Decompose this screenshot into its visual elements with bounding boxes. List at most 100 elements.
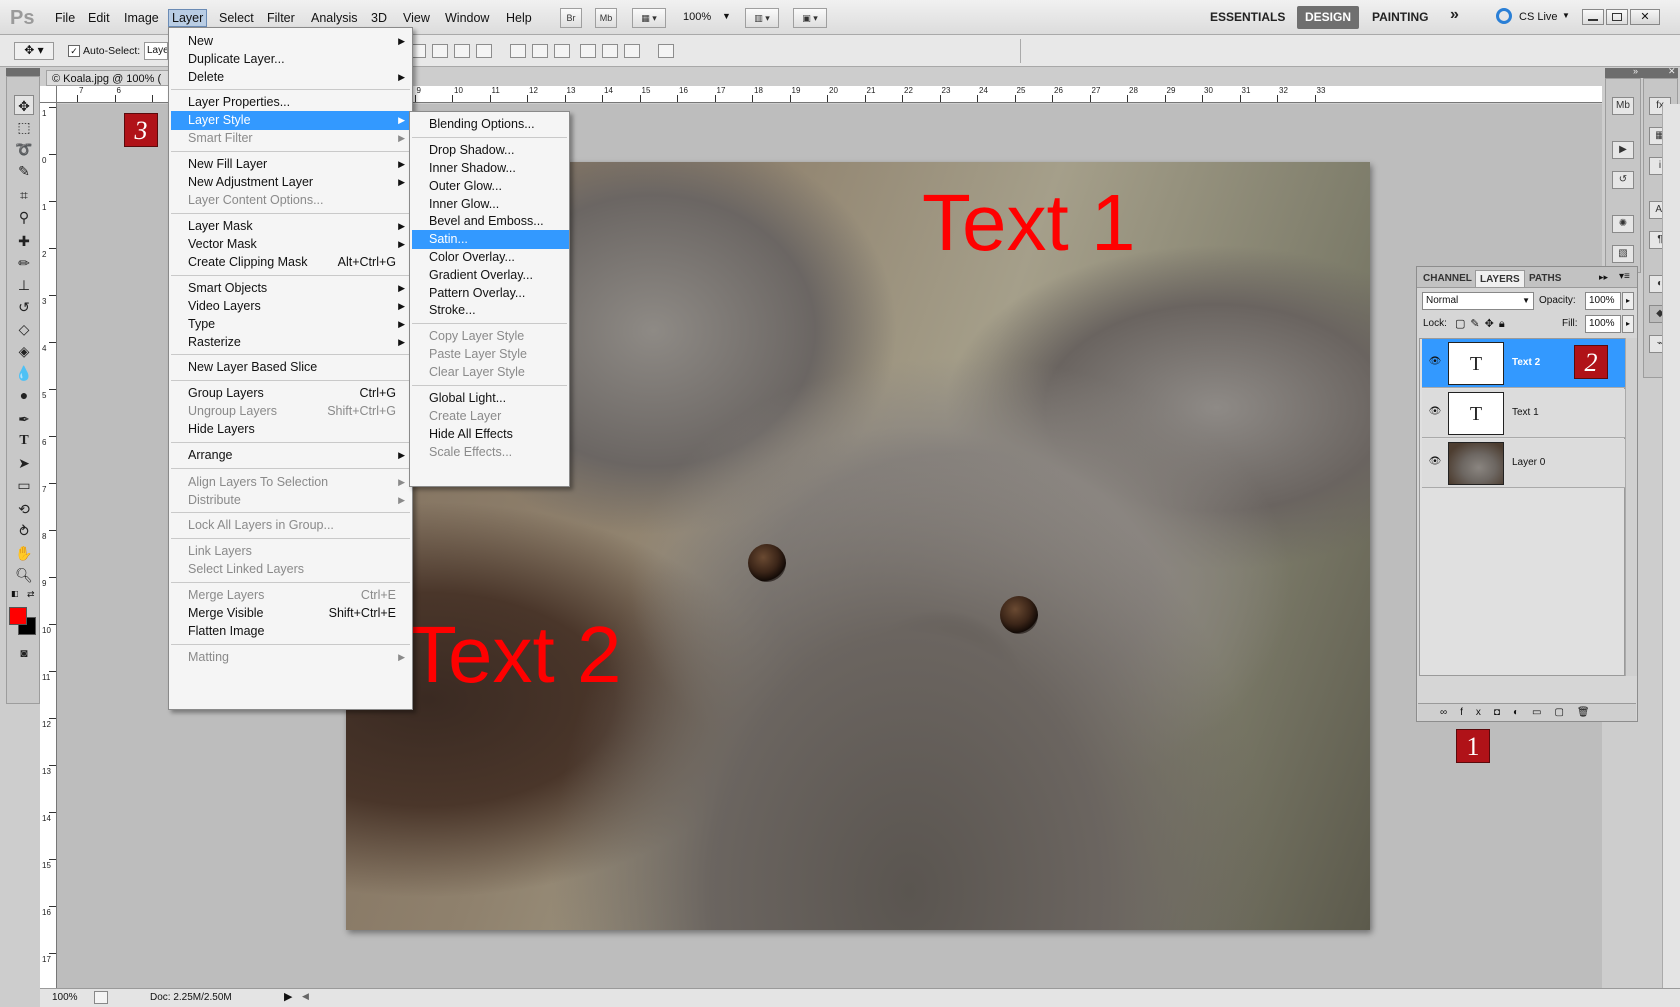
workspace-design[interactable]: DESIGN: [1297, 6, 1359, 29]
tab-channels[interactable]: CHANNEL: [1419, 270, 1476, 287]
distribute-top-icon[interactable]: [510, 44, 526, 58]
fill-slider-button[interactable]: ▸: [1622, 315, 1634, 333]
arrange-documents-button[interactable]: ▥ ▾: [745, 8, 779, 28]
brush-tool-icon[interactable]: ✏: [14, 253, 34, 273]
menu-item-create-clipping-mask[interactable]: Create Clipping Mask Alt+Ctrl+G: [171, 253, 412, 272]
quick-mask-icon[interactable]: ◙: [14, 643, 34, 663]
distribute-hcenter-icon[interactable]: [602, 44, 618, 58]
zoom-dropdown-icon[interactable]: ▼: [722, 11, 731, 21]
layer-name[interactable]: Text 1: [1512, 407, 1539, 418]
ruler-origin[interactable]: [40, 86, 57, 103]
document-tab[interactable]: © Koala.jpg @ 100% (: [46, 70, 170, 86]
menu-analysis[interactable]: Analysis: [308, 10, 361, 26]
menu-select[interactable]: Select: [216, 10, 257, 26]
mini-bridge-panel-icon[interactable]: Mb: [1612, 97, 1634, 115]
distribute-center-icon[interactable]: [532, 44, 548, 58]
bridge-button[interactable]: Br: [560, 8, 582, 28]
menu-item-new-adjustment-layer[interactable]: New Adjustment Layer ▶: [171, 173, 412, 192]
auto-select-checkbox[interactable]: ✓: [68, 45, 80, 57]
3d-rotate-tool-icon[interactable]: ⟲: [14, 499, 34, 519]
eyedropper-tool-icon[interactable]: ⚲: [14, 207, 34, 227]
blur-tool-icon[interactable]: 💧: [14, 363, 34, 383]
menu-item-stroke[interactable]: Stroke...: [412, 301, 569, 320]
status-options-icon[interactable]: [94, 991, 108, 1004]
default-colors-icon[interactable]: ◧: [11, 589, 19, 598]
visibility-eye-icon[interactable]: 👁︎: [1428, 355, 1442, 369]
menu-item-video-layers[interactable]: Video Layers ▶: [171, 297, 412, 316]
workspace-essentials[interactable]: ESSENTIALS: [1210, 10, 1285, 24]
auto-align-layers-icon[interactable]: [658, 44, 674, 58]
zoom-level[interactable]: 100%: [680, 10, 714, 24]
clone-stamp-tool-icon[interactable]: ⊥: [14, 275, 34, 295]
canvas-text-1[interactable]: Text 1: [922, 177, 1135, 269]
eraser-tool-icon[interactable]: ◇: [14, 319, 34, 339]
align-bottom-icon[interactable]: [454, 44, 470, 58]
paint-bucket-tool-icon[interactable]: ◈: [14, 341, 34, 361]
adjustment-layer-icon[interactable]: ◐: [1513, 707, 1532, 718]
menu-item-new-layer-based-slice[interactable]: New Layer Based Slice: [171, 358, 412, 377]
align-vertical-center-icon[interactable]: [432, 44, 448, 58]
clone-source-panel-icon[interactable]: ▧: [1612, 245, 1634, 263]
healing-brush-tool-icon[interactable]: ✚: [14, 231, 34, 251]
canvas-text-2[interactable]: Text 2: [408, 609, 621, 701]
align-left-icon[interactable]: [476, 44, 492, 58]
more-workspaces-icon[interactable]: »: [1450, 6, 1459, 24]
marquee-tool-icon[interactable]: ⬚: [14, 117, 34, 137]
zoom-tool-icon[interactable]: 🔍︎: [14, 565, 34, 585]
menu-item-smart-objects[interactable]: Smart Objects ▶: [171, 279, 412, 298]
link-layers-icon[interactable]: ∞: [1440, 707, 1460, 718]
fill-input[interactable]: 100%: [1585, 315, 1621, 333]
mini-bridge-button[interactable]: Mb: [595, 8, 617, 28]
menu-item-layer-style[interactable]: Layer Style ▶: [171, 111, 412, 130]
menu-item-delete[interactable]: Delete ▶: [171, 68, 412, 87]
screen-mode-button[interactable]: ▣ ▾: [793, 8, 827, 28]
menu-layer[interactable]: Layer: [168, 9, 208, 27]
auto-select-target-dropdown[interactable]: Laye: [144, 42, 168, 60]
move-tool-preset-picker[interactable]: ✥ ▾: [14, 42, 54, 60]
menu-item-global-light[interactable]: Global Light...: [412, 389, 569, 408]
animation-panel-icon[interactable]: ▶: [1612, 141, 1634, 159]
new-layer-icon[interactable]: ▢: [1554, 707, 1576, 718]
distribute-bottom-icon[interactable]: [554, 44, 570, 58]
menu-3d[interactable]: 3D: [368, 10, 390, 26]
distribute-right-icon[interactable]: [624, 44, 640, 58]
menu-item-arrange[interactable]: Arrange ▶: [171, 446, 412, 465]
menu-item-color-overlay[interactable]: Color Overlay...: [412, 248, 569, 267]
layer-style-fx-icon[interactable]: fx: [1460, 707, 1494, 718]
lock-options-icons[interactable]: ▢✎✥🔒︎: [1455, 317, 1510, 331]
menu-item-layer-properties[interactable]: Layer Properties...: [171, 93, 412, 112]
status-menu-arrow-icon[interactable]: ▶: [284, 990, 292, 1003]
delete-layer-icon[interactable]: 🗑︎: [1577, 707, 1603, 718]
menu-item-duplicate-layer[interactable]: Duplicate Layer...: [171, 50, 412, 69]
menu-item-merge-visible[interactable]: Merge Visible Shift+Ctrl+E: [171, 604, 412, 623]
layer-name[interactable]: Text 2: [1512, 357, 1540, 368]
panel-menu-icon[interactable]: ▾≡: [1619, 271, 1630, 282]
type-tool-icon[interactable]: T: [14, 431, 34, 451]
tab-paths[interactable]: PATHS: [1525, 270, 1565, 287]
menu-filter[interactable]: Filter: [264, 10, 298, 26]
menu-item-layer-mask[interactable]: Layer Mask ▶: [171, 217, 412, 236]
menu-item-blending-options[interactable]: Blending Options...: [412, 115, 569, 134]
menu-item-bevel-and-emboss[interactable]: Bevel and Emboss...: [412, 212, 569, 231]
close-dock-icon[interactable]: ✕: [1668, 66, 1676, 77]
cs-live-icon[interactable]: [1496, 8, 1512, 24]
layer-row-layer-0[interactable]: 👁︎ Layer 0: [1422, 439, 1628, 488]
crop-tool-icon[interactable]: ⌗: [14, 185, 34, 205]
menu-file[interactable]: File: [52, 10, 78, 26]
tools-panel-header[interactable]: [6, 68, 40, 76]
path-selection-tool-icon[interactable]: ➤: [14, 453, 34, 473]
vertical-scrollbar[interactable]: [1662, 104, 1680, 988]
panel-dock-header[interactable]: » ✕: [1605, 66, 1678, 78]
menu-item-vector-mask[interactable]: Vector Mask ▶: [171, 235, 412, 254]
status-zoom[interactable]: 100%: [52, 992, 78, 1003]
panel-collapse-icon[interactable]: ▸▸: [1599, 272, 1608, 283]
layers-scrollbar[interactable]: [1625, 338, 1637, 676]
pen-tool-icon[interactable]: ✒: [14, 409, 34, 429]
history-panel-icon[interactable]: ↺: [1612, 171, 1634, 189]
menu-item-rasterize[interactable]: Rasterize ▶: [171, 333, 412, 352]
menu-item-flatten-image[interactable]: Flatten Image: [171, 622, 412, 641]
layer-name[interactable]: Layer 0: [1512, 457, 1545, 468]
rectangle-tool-icon[interactable]: ▭: [14, 475, 34, 495]
brush-presets-panel-icon[interactable]: ✺: [1612, 215, 1634, 233]
tab-layers[interactable]: LAYERS: [1475, 270, 1525, 287]
